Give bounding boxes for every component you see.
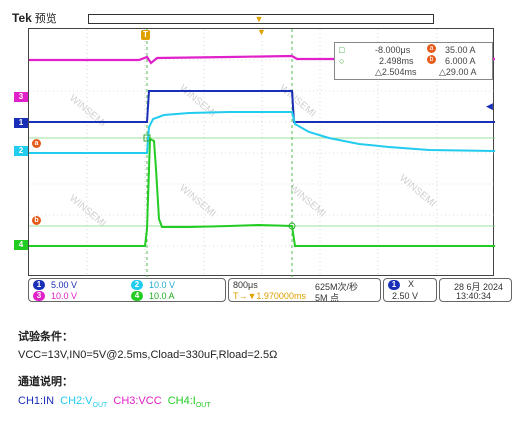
ch4-scale: 10.0 A [149, 291, 175, 301]
ch4-ground-marker[interactable]: 4 [14, 240, 28, 250]
conditions-title: 试验条件： [18, 331, 73, 343]
scope-top-bar: Tek 预览 ▼ [0, 0, 518, 26]
status-bar: 1 5.00 V 2 10.0 V 3 10.0 V 4 10.0 A 800μ… [28, 278, 512, 303]
circle-icon: ○ [339, 56, 345, 66]
svg-text:WINSEMI: WINSEMI [397, 173, 438, 210]
datetime-box: 28 6月 2024 13:40:34 [439, 278, 512, 302]
conditions-text: VCC=13V,IN0=5V@2.5ms,Cload=330uF,Rload=2… [18, 349, 278, 361]
ch4-chip: 4 [131, 291, 143, 301]
cursor-val-a: 35.00 A [445, 45, 476, 55]
ref-b-marker[interactable]: b [32, 216, 41, 225]
cursor-time: 2.498ms [379, 56, 414, 66]
ch2-legend-main: CH2:V [60, 395, 93, 407]
ch1-chip: 1 [33, 280, 45, 290]
ch1-ground-marker[interactable]: 1 [14, 118, 28, 128]
ch4-legend-main: CH4:I [167, 395, 196, 407]
ch2-ground-marker[interactable]: 2 [14, 146, 28, 156]
square-icon: □ [339, 45, 345, 55]
mode-label: 预览 [34, 13, 57, 25]
trigger-time-marker[interactable]: T [141, 30, 150, 40]
svg-text:WINSEMI: WINSEMI [67, 193, 108, 230]
trigger-position: T→▼1.970000ms [233, 291, 306, 301]
cursor-val-b: 6.000 A [445, 56, 476, 66]
cursor-readout: □ -8.000μs a 35.00 A ○ 2.498ms b 6.000 A… [334, 42, 493, 80]
trigger-level-arrow[interactable]: ◀ [486, 101, 493, 112]
record-window-marker: ▼ [254, 14, 264, 24]
horizontal-settings[interactable]: 800μs 625M次/秒 T→▼1.970000ms 5M 点 [228, 278, 381, 303]
cursor-delta-t: -8.000μs [375, 45, 411, 55]
svg-text:WINSEMI: WINSEMI [287, 183, 328, 220]
timebase-scale: 800μs [233, 280, 258, 290]
svg-text:WINSEMI: WINSEMI [277, 83, 318, 120]
ch1-scale: 5.00 V [51, 280, 78, 290]
channel-legend: CH1:IN CH2:VOUT CH3:VCC CH4:IOUT [18, 395, 214, 409]
ch2-chip: 2 [131, 280, 143, 290]
ch2-legend: CH2:VOUT [60, 395, 108, 410]
brand-label: Tek 预览 [12, 10, 57, 26]
cursor-delta-time: △2.504ms [375, 67, 417, 77]
record-position-bar[interactable]: ▼ [88, 14, 434, 24]
ch3-chip: 3 [33, 291, 45, 301]
trigger-settings[interactable]: 1 X 2.50 V [383, 278, 437, 302]
trigger-pos-arrow: ▼ [257, 27, 266, 37]
ch2-scale: 10.0 V [149, 280, 176, 290]
trigger-source-chip: 1 [388, 280, 400, 290]
ch2-legend-sub: OUT [92, 402, 108, 410]
ref-a-icon: a [427, 44, 436, 53]
vertical-settings[interactable]: 1 5.00 V 2 10.0 V 3 10.0 V 4 10.0 A [28, 278, 226, 302]
record-length: 5M 点 [315, 293, 340, 303]
ch4-legend-sub: OUT [195, 402, 211, 410]
trigger-slope-icon: X [408, 279, 415, 289]
ch1-legend: CH1:IN [18, 395, 55, 407]
time-display: 13:40:34 [456, 291, 492, 301]
channels-title: 通道说明： [18, 376, 73, 388]
waveform-display[interactable]: WINSEMI WINSEMI WINSEMI WINSEMI WINSEMI … [28, 28, 495, 277]
ref-a-marker[interactable]: a [32, 139, 41, 148]
ch3-legend: CH3:VCC [113, 395, 162, 407]
ch3-scale: 10.0 V [51, 291, 78, 301]
ch4-legend: CH4:IOUT [167, 395, 211, 410]
svg-text:WINSEMI: WINSEMI [67, 93, 108, 130]
watermark: WINSEMI WINSEMI WINSEMI WINSEMI WINSEMI … [67, 83, 438, 230]
trigger-level: 2.50 V [392, 291, 419, 301]
svg-text:WINSEMI: WINSEMI [177, 183, 218, 220]
ch3-ground-marker[interactable]: 3 [14, 92, 28, 102]
ref-b-icon: b [427, 55, 436, 64]
cursor-delta-amp: △29.00 A [439, 67, 477, 77]
brand-name: Tek [12, 11, 32, 25]
